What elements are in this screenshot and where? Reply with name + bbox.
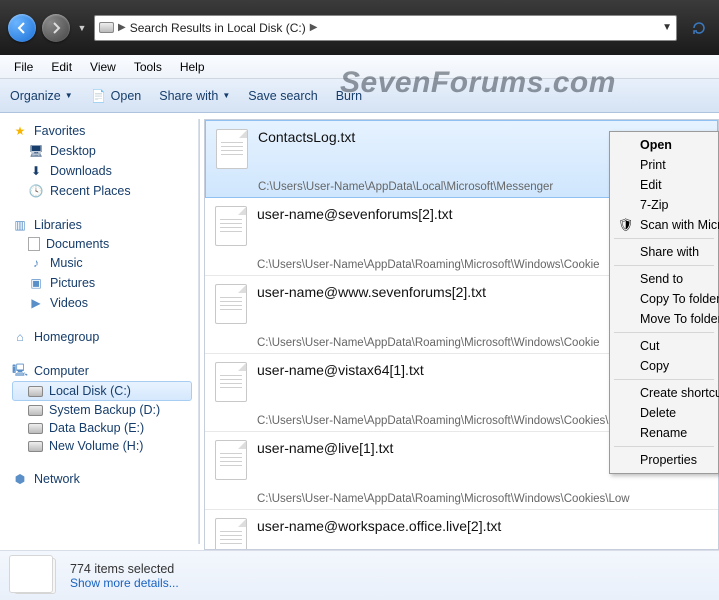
drive-icon — [28, 423, 43, 434]
sidebar-favorites[interactable]: ★Favorites — [12, 121, 198, 141]
sidebar-homegroup[interactable]: ⌂Homegroup — [12, 327, 198, 347]
context-copyto[interactable]: Copy To folder. — [612, 289, 716, 309]
context-share[interactable]: Share with — [612, 242, 716, 262]
dropdown-arrow-icon: ▼ — [65, 91, 73, 100]
context-properties[interactable]: Properties — [612, 450, 716, 470]
result-filename: user-name@workspace.office.live[2].txt — [257, 518, 708, 534]
navigation-sidebar: ★Favorites 🖥Desktop ⬇Downloads 🕓Recent P… — [0, 113, 198, 550]
sidebar-item-videos[interactable]: ▶Videos — [12, 293, 198, 313]
context-cut[interactable]: Cut — [612, 336, 716, 356]
text-file-icon — [215, 440, 247, 480]
computer-icon: 🖳 — [12, 363, 28, 379]
context-open[interactable]: Open — [612, 135, 716, 155]
sidebar-item-data-backup-e[interactable]: Data Backup (E:) — [12, 419, 198, 437]
address-text: Search Results in Local Disk (C:) — [130, 21, 306, 35]
toolbar-open[interactable]: 📄 Open — [91, 88, 142, 104]
context-edit[interactable]: Edit — [612, 175, 716, 195]
context-7zip[interactable]: 7-Zip — [612, 195, 716, 215]
sidebar-computer[interactable]: 🖳Computer — [12, 361, 198, 381]
videos-icon: ▶ — [28, 295, 44, 311]
sidebar-item-pictures[interactable]: ▣Pictures — [12, 273, 198, 293]
pictures-icon: ▣ — [28, 275, 44, 291]
sidebar-item-new-volume-h[interactable]: New Volume (H:) — [12, 437, 198, 455]
context-scan[interactable]: 🛡Scan with Micro — [612, 215, 716, 235]
toolbar-organize[interactable]: Organize ▼ — [10, 89, 73, 103]
context-separator — [614, 238, 714, 239]
result-row[interactable]: user-name@workspace.office.live[2].txtDa… — [205, 510, 718, 550]
context-menu: Open Print Edit 7-Zip 🛡Scan with Micro S… — [609, 131, 719, 474]
context-rename[interactable]: Rename — [612, 423, 716, 443]
context-separator — [614, 265, 714, 266]
context-separator — [614, 446, 714, 447]
network-icon: ⬢ — [12, 471, 28, 487]
sidebar-item-local-disk-c[interactable]: Local Disk (C:) — [12, 381, 192, 401]
status-bar: 774 items selected Show more details... — [0, 550, 719, 600]
text-file-icon — [215, 518, 247, 550]
context-separator — [614, 379, 714, 380]
text-file-icon — [215, 362, 247, 402]
status-count: 774 items selected — [70, 562, 179, 576]
sidebar-item-music[interactable]: ♪Music — [12, 253, 198, 273]
drive-icon — [28, 441, 43, 452]
context-sendto[interactable]: Send to — [612, 269, 716, 289]
status-files-icon — [14, 558, 56, 594]
text-file-icon — [215, 284, 247, 324]
address-dropdown-icon[interactable]: ▼ — [662, 22, 672, 33]
context-shortcut[interactable]: Create shortcut — [612, 383, 716, 403]
context-moveto[interactable]: Move To folder. — [612, 309, 716, 329]
context-delete[interactable]: Delete — [612, 403, 716, 423]
toolbar-save-search[interactable]: Save search — [248, 89, 317, 103]
breadcrumb-sep-icon: ▶ — [118, 22, 126, 33]
menu-view[interactable]: View — [82, 58, 124, 76]
text-file-icon — [215, 206, 247, 246]
toolbar-share[interactable]: Share with ▼ — [159, 89, 230, 103]
context-separator — [614, 332, 714, 333]
menu-help[interactable]: Help — [172, 58, 213, 76]
nav-history-dropdown[interactable]: ▼ — [76, 14, 88, 42]
sidebar-libraries[interactable]: ▥Libraries — [12, 215, 198, 235]
toolbar: Organize ▼ 📄 Open Share with ▼ Save sear… — [0, 79, 719, 113]
breadcrumb-sep-icon: ▶ — [310, 22, 318, 33]
open-icon: 📄 — [91, 88, 107, 104]
dropdown-arrow-icon: ▼ — [222, 91, 230, 100]
favorites-star-icon: ★ — [12, 123, 28, 139]
text-file-icon — [216, 129, 248, 169]
back-arrow-icon — [16, 22, 28, 34]
menu-file[interactable]: File — [6, 58, 41, 76]
music-icon: ♪ — [28, 255, 44, 271]
context-print[interactable]: Print — [612, 155, 716, 175]
sidebar-item-documents[interactable]: Documents — [12, 235, 198, 253]
address-bar[interactable]: ▶ Search Results in Local Disk (C:) ▶ ▼ — [94, 15, 677, 41]
menu-edit[interactable]: Edit — [43, 58, 80, 76]
sidebar-item-downloads[interactable]: ⬇Downloads — [12, 161, 198, 181]
context-copy[interactable]: Copy — [612, 356, 716, 376]
forward-arrow-icon — [50, 22, 62, 34]
drive-icon — [28, 405, 43, 416]
recent-icon: 🕓 — [28, 183, 44, 199]
refresh-icon — [691, 20, 707, 36]
nav-forward-button[interactable] — [42, 14, 70, 42]
sidebar-item-recent[interactable]: 🕓Recent Places — [12, 181, 198, 201]
menubar: File Edit View Tools Help — [0, 55, 719, 79]
drive-icon — [99, 22, 114, 33]
result-path: C:\Users\User-Name\AppData\Roaming\Micro… — [257, 493, 708, 505]
sidebar-network[interactable]: ⬢Network — [12, 469, 198, 489]
shield-icon: 🛡 — [618, 218, 634, 234]
libraries-icon: ▥ — [12, 217, 28, 233]
status-more-link[interactable]: Show more details... — [70, 576, 179, 590]
refresh-button[interactable] — [687, 16, 711, 40]
drive-icon — [28, 386, 43, 397]
toolbar-burn[interactable]: Burn — [336, 89, 362, 103]
sidebar-item-desktop[interactable]: 🖥Desktop — [12, 141, 198, 161]
menu-tools[interactable]: Tools — [126, 58, 170, 76]
homegroup-icon: ⌂ — [12, 329, 28, 345]
nav-back-button[interactable] — [8, 14, 36, 42]
sidebar-divider[interactable] — [198, 119, 200, 544]
desktop-icon: 🖥 — [28, 143, 44, 159]
sidebar-item-system-backup-d[interactable]: System Backup (D:) — [12, 401, 198, 419]
titlebar: ▼ ▶ Search Results in Local Disk (C:) ▶ … — [0, 0, 719, 55]
downloads-icon: ⬇ — [28, 163, 44, 179]
documents-icon — [28, 237, 40, 251]
